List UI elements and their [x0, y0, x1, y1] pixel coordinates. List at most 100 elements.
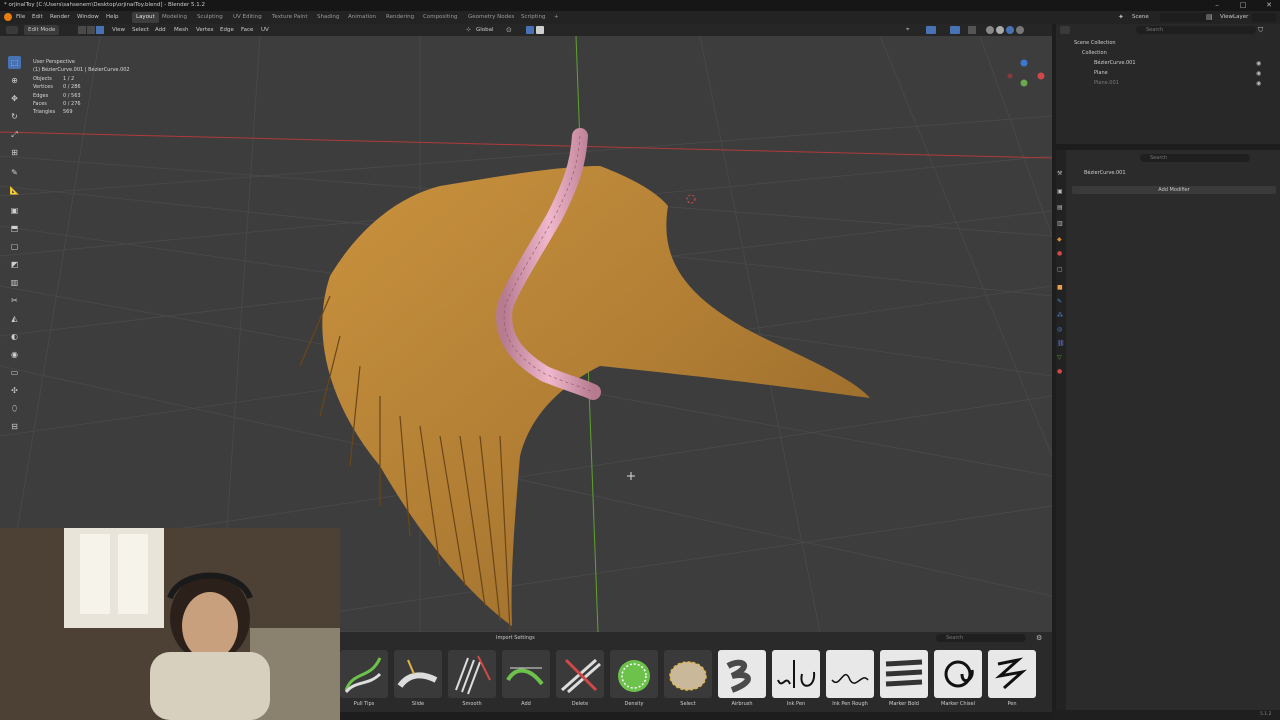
annotate-tool-icon[interactable]: ✎	[8, 166, 21, 179]
shear-tool-icon[interactable]: ⬯	[8, 402, 21, 415]
menu-face[interactable]: Face	[241, 27, 253, 33]
brush-ink-pen-rough[interactable]: Ink Pen Rough	[826, 650, 876, 710]
extrude-tool-icon[interactable]: ⬒	[8, 222, 21, 235]
snap-target-icon[interactable]	[536, 26, 544, 34]
particles-tab-icon[interactable]: ⁂	[1057, 312, 1065, 320]
outliner-collection[interactable]: Collection	[1056, 48, 1280, 58]
rip-tool-icon[interactable]: ⊟	[8, 420, 21, 433]
render-tab-icon[interactable]: ▣	[1057, 188, 1065, 196]
menu-add[interactable]: Add	[155, 27, 166, 33]
menu-edge[interactable]: Edge	[220, 27, 234, 33]
overlay-toggle-icon[interactable]	[950, 26, 960, 34]
select-mode-buttons[interactable]	[78, 26, 106, 34]
navigation-gizmo-icon[interactable]	[1007, 59, 1045, 87]
tab-compositing[interactable]: Compositing	[419, 12, 461, 23]
menu-file[interactable]: File	[16, 14, 25, 20]
rendered-shading-icon[interactable]	[1016, 26, 1024, 34]
scene-field[interactable]	[1160, 13, 1212, 22]
orientation-selector[interactable]: Global	[476, 27, 494, 33]
transform-tool-icon[interactable]: ⊞	[8, 146, 21, 159]
tab-uv-editing[interactable]: UV Editing	[229, 12, 266, 23]
menu-uv[interactable]: UV	[261, 27, 269, 33]
menu-select[interactable]: Select	[132, 27, 149, 33]
poly-build-tool-icon[interactable]: ◭	[8, 312, 21, 325]
tab-geometry-nodes[interactable]: Geometry Nodes	[464, 12, 518, 23]
rotate-tool-icon[interactable]: ↻	[8, 110, 21, 123]
tab-layout[interactable]: Layout	[132, 12, 159, 23]
close-button[interactable]: ✕	[1262, 1, 1276, 10]
minimize-button[interactable]: –	[1210, 1, 1224, 10]
brush-pull-tips[interactable]: Pull Tips	[340, 650, 390, 710]
brush-ink-pen[interactable]: Ink Pen	[772, 650, 822, 710]
data-tab-icon[interactable]: ▽	[1057, 354, 1065, 362]
settings-gear-icon[interactable]: ⚙	[1036, 634, 1044, 642]
wireframe-shading-icon[interactable]	[986, 26, 994, 34]
select-box-tool-icon[interactable]: ⬚	[8, 56, 21, 69]
object-tab-icon[interactable]: ■	[1057, 284, 1065, 292]
brush-select[interactable]: Select	[664, 650, 714, 710]
mode-selector[interactable]: Edit Mode	[24, 25, 60, 35]
visibility-eye-icon[interactable]: ◉	[1256, 70, 1264, 77]
menu-edit[interactable]: Edit	[32, 14, 43, 20]
xray-toggle-icon[interactable]	[968, 26, 976, 34]
world-tab-icon[interactable]: ●	[1057, 250, 1065, 258]
cursor-tool-icon[interactable]: ⊕	[8, 74, 21, 87]
outliner-editor-type[interactable]	[1060, 26, 1070, 34]
visibility-icon[interactable]: ⌖	[906, 26, 914, 34]
tool-tab-icon[interactable]: ⚒	[1057, 170, 1065, 178]
menu-vertex[interactable]: Vertex	[196, 27, 214, 33]
material-tab-icon[interactable]: ●	[1057, 368, 1065, 376]
properties-search[interactable]: Search	[1140, 154, 1250, 162]
visibility-eye-icon[interactable]: ◉	[1256, 60, 1264, 67]
bevel-tool-icon[interactable]: ◩	[8, 258, 21, 271]
outliner-item[interactable]: Plane.001	[1056, 78, 1280, 88]
outliner-item[interactable]: BézierCurve.001	[1056, 58, 1280, 68]
brush-pen[interactable]: Pen	[988, 650, 1038, 710]
maximize-button[interactable]: □	[1236, 1, 1250, 10]
brush-add[interactable]: Add	[502, 650, 552, 710]
menu-view[interactable]: View	[112, 27, 125, 33]
viewlayer-selector[interactable]: ViewLayer	[1220, 14, 1248, 20]
brush-smooth[interactable]: Smooth	[448, 650, 498, 710]
tab-rendering[interactable]: Rendering	[382, 12, 418, 23]
add-cube-tool-icon[interactable]: ▣	[8, 204, 21, 217]
add-modifier-button[interactable]: Add Modifier	[1072, 186, 1276, 194]
3d-cursor-icon[interactable]	[686, 194, 696, 204]
outliner-scene-collection[interactable]: Scene Collection	[1056, 38, 1280, 48]
edge-select-icon[interactable]	[87, 26, 95, 34]
modifier-tab-icon[interactable]: ✎	[1057, 298, 1065, 306]
shrink-tool-icon[interactable]: ✣	[8, 384, 21, 397]
scene-selector[interactable]: Scene	[1132, 14, 1149, 20]
material-shading-icon[interactable]	[1006, 26, 1014, 34]
scene-tab-icon[interactable]: ◆	[1057, 236, 1065, 244]
solid-shading-icon[interactable]	[996, 26, 1004, 34]
output-tab-icon[interactable]: ▤	[1057, 204, 1065, 212]
brush-slide[interactable]: Slide	[394, 650, 444, 710]
knife-tool-icon[interactable]: ✂	[8, 294, 21, 307]
brush-delete[interactable]: Delete	[556, 650, 606, 710]
brush-density[interactable]: Density	[610, 650, 660, 710]
outliner-item[interactable]: Plane	[1056, 68, 1280, 78]
menu-render[interactable]: Render	[50, 14, 70, 20]
brush-marker-chisel[interactable]: Marker Chisel	[934, 650, 984, 710]
spin-tool-icon[interactable]: ◐	[8, 330, 21, 343]
loop-cut-tool-icon[interactable]: ▥	[8, 276, 21, 289]
measure-tool-icon[interactable]: 📐	[8, 184, 21, 197]
tab-animation[interactable]: Animation	[344, 12, 380, 23]
editor-type-button[interactable]	[6, 26, 18, 34]
brush-marker-bold[interactable]: Marker Bold	[880, 650, 930, 710]
tab-shading[interactable]: Shading	[313, 12, 343, 23]
viewport-shading-controls[interactable]: ⌖	[906, 25, 1046, 35]
blender-logo-icon[interactable]	[4, 13, 12, 21]
snap-icon[interactable]	[526, 26, 534, 34]
tab-texture-paint[interactable]: Texture Paint	[268, 12, 312, 23]
inset-tool-icon[interactable]: ▢	[8, 240, 21, 253]
menu-window[interactable]: Window	[77, 14, 99, 20]
collection-tab-icon[interactable]: ▢	[1057, 266, 1065, 274]
menu-mesh[interactable]: Mesh	[174, 27, 188, 33]
scale-tool-icon[interactable]: ⤢	[8, 128, 21, 141]
asset-search[interactable]: Search	[936, 634, 1026, 642]
menu-help[interactable]: Help	[106, 14, 119, 20]
tab-sculpting[interactable]: Sculpting	[193, 12, 227, 23]
pivot-icon[interactable]: ⊙	[506, 26, 514, 34]
